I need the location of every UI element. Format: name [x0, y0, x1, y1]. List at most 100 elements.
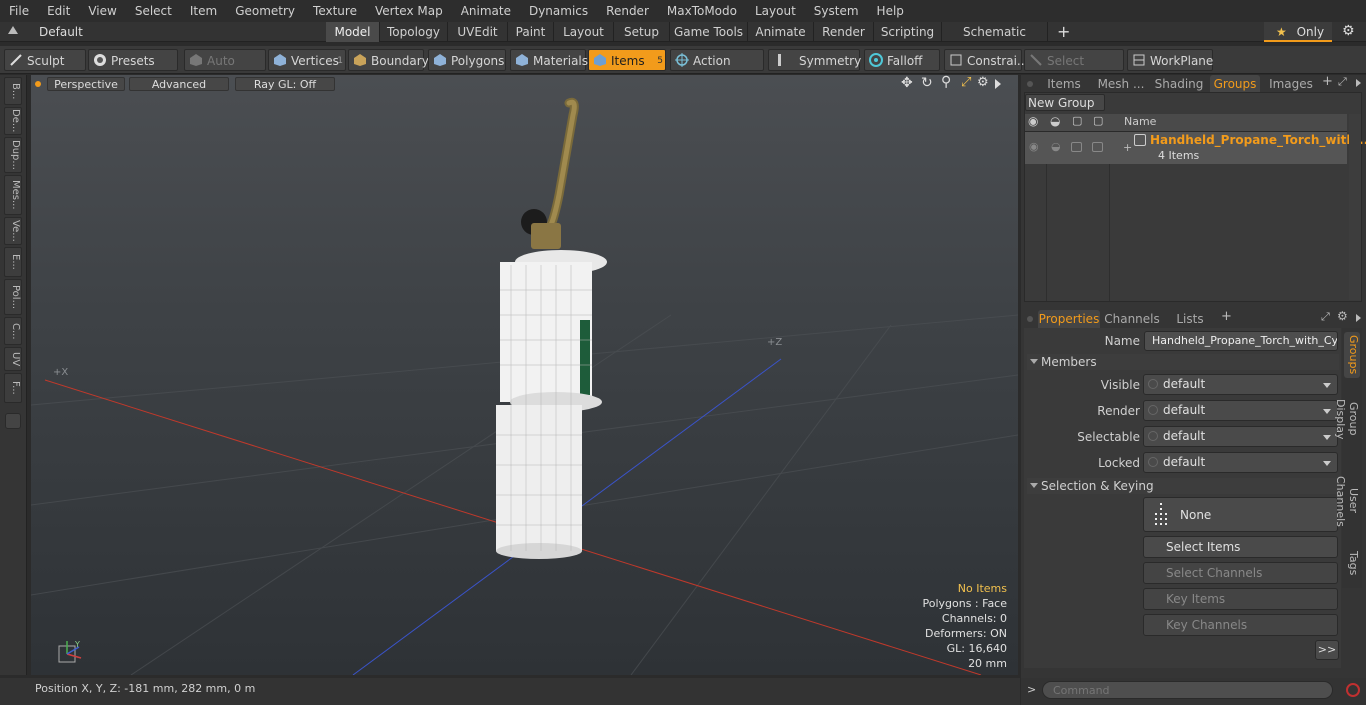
tab-properties[interactable]: Properties [1038, 310, 1100, 328]
menu-dynamics[interactable]: Dynamics [520, 0, 597, 22]
menu-system[interactable]: System [805, 0, 868, 22]
tab-setup[interactable]: Setup [614, 22, 670, 42]
panel-expand-icon[interactable] [1356, 79, 1361, 87]
properties-panel-dot[interactable] [1027, 316, 1033, 322]
members-section[interactable]: Members [1027, 354, 1339, 370]
3d-viewport[interactable]: Perspective Advanced Ray GL: Off ✥ ↻ ⚲ ⤢… [31, 75, 1018, 675]
selection-keying-section[interactable]: Selection & Keying [1027, 478, 1339, 494]
left-tab-edge[interactable]: E... [4, 247, 22, 277]
menu-file[interactable]: File [0, 0, 38, 22]
tab-model[interactable]: Model [326, 22, 380, 42]
groups-scrollbar[interactable] [1349, 114, 1361, 300]
materials-button[interactable]: Materials [510, 49, 588, 71]
tab-items[interactable]: Items [1040, 75, 1088, 93]
side-tab-user-channels[interactable]: User Channels [1334, 462, 1360, 540]
side-tab-groups[interactable]: Groups [1344, 332, 1360, 378]
menu-geometry[interactable]: Geometry [226, 0, 304, 22]
menu-render[interactable]: Render [597, 0, 658, 22]
select-channels-button[interactable]: Select Channels [1143, 562, 1338, 584]
render-dropdown[interactable]: default [1143, 400, 1338, 421]
expand-plus-icon[interactable]: + [1123, 141, 1132, 154]
panel-maximize-icon[interactable]: ⤢ [1338, 75, 1347, 89]
left-tab-curve[interactable]: C... [4, 317, 22, 345]
tab-channels[interactable]: Channels [1104, 310, 1160, 328]
tab-topology[interactable]: Topology [380, 22, 448, 42]
tab-uvedit[interactable]: UVEdit [448, 22, 508, 42]
side-tab-tags[interactable]: Tags [1344, 548, 1360, 578]
tab-scripting[interactable]: Scripting [874, 22, 942, 42]
vertices-button[interactable]: Vertices 1 [268, 49, 346, 71]
menu-texture[interactable]: Texture [304, 0, 366, 22]
add-props-tab-icon[interactable]: + [1221, 309, 1232, 324]
row-select-icon[interactable] [1092, 142, 1103, 152]
add-panel-tab-icon[interactable]: + [1322, 74, 1333, 89]
tab-layout[interactable]: Layout [554, 22, 614, 42]
tab-images[interactable]: Images [1264, 75, 1318, 93]
selectable-dropdown[interactable]: default [1143, 426, 1338, 447]
left-tab-duplicate[interactable]: Dup... [4, 137, 22, 173]
menu-animate[interactable]: Animate [452, 0, 520, 22]
none-selector[interactable]: None [1143, 497, 1338, 532]
select-items-button[interactable]: Select Items [1143, 536, 1338, 558]
symmetry-button[interactable]: Symmetry [768, 49, 861, 71]
select-through-button[interactable]: Select Through [1024, 49, 1124, 90]
key-items-button[interactable]: Key Items [1143, 588, 1338, 610]
group-row[interactable]: ◉ ◒ + Handheld_Propane_Torch_with ... 4 … [1025, 132, 1366, 164]
locked-dropdown[interactable]: default [1143, 452, 1338, 473]
key-channels-button[interactable]: Key Channels [1143, 614, 1338, 636]
auto-select-button[interactable]: Auto Select [184, 49, 266, 90]
row-lock-icon[interactable] [1071, 142, 1082, 152]
left-tab-mesh[interactable]: Mes... [4, 175, 22, 215]
name-column-header[interactable]: Name [1124, 115, 1156, 128]
left-tab-basic[interactable]: B... [4, 77, 22, 105]
left-tab-toggle[interactable] [5, 413, 21, 429]
tab-groups[interactable]: Groups [1210, 75, 1260, 93]
boundary-button[interactable]: Boundary [348, 49, 429, 71]
layout-up-icon[interactable] [8, 26, 18, 34]
tab-lists[interactable]: Lists [1166, 310, 1214, 328]
left-tab-vertex[interactable]: Ve... [4, 217, 22, 245]
menu-help[interactable]: Help [868, 0, 913, 22]
left-tab-fusion[interactable]: F... [4, 373, 22, 403]
layout-selector[interactable]: Default Layouts [30, 22, 130, 59]
left-tab-uv[interactable]: UV [4, 347, 22, 371]
row-render-icon[interactable]: ◒ [1051, 140, 1061, 153]
left-tab-deform[interactable]: De... [4, 107, 22, 135]
items-button[interactable]: Items 5 [588, 49, 666, 71]
tab-schematic-fusion[interactable]: Schematic Fusion [942, 22, 1048, 59]
tab-animate[interactable]: Animate [748, 22, 814, 42]
tab-shading[interactable]: Shading [1152, 75, 1206, 93]
menu-view[interactable]: View [79, 0, 125, 22]
polygons-button[interactable]: Polygons [428, 49, 506, 71]
visible-dropdown[interactable]: default [1143, 374, 1338, 395]
more-button[interactable]: >> [1315, 640, 1339, 660]
name-field[interactable]: Handheld_Propane_Torch_with_Cylinc [1144, 331, 1338, 351]
constraints-button[interactable]: Constrai... [944, 49, 1028, 71]
tab-mesh[interactable]: Mesh ... [1092, 75, 1150, 93]
menu-select[interactable]: Select [126, 0, 181, 22]
tab-render[interactable]: Render [814, 22, 874, 42]
add-tab-icon[interactable]: + [1057, 22, 1070, 42]
command-input[interactable] [1042, 681, 1333, 699]
side-tab-group-display[interactable]: Group Display [1334, 382, 1360, 456]
new-group-button[interactable]: New Group [1025, 94, 1105, 111]
record-icon[interactable] [1346, 683, 1360, 697]
left-tab-polygon[interactable]: Pol... [4, 279, 22, 315]
presets-button[interactable]: Presets [88, 49, 178, 71]
falloff-button[interactable]: Falloff [864, 49, 940, 71]
menu-item[interactable]: Item [181, 0, 226, 22]
only-toggle[interactable]: ★ Only [1264, 22, 1332, 42]
props-maximize-icon[interactable]: ⤢ [1321, 310, 1330, 324]
menu-layout[interactable]: Layout [746, 0, 805, 22]
sculpt-button[interactable]: Sculpt [4, 49, 86, 71]
group-name[interactable]: Handheld_Propane_Torch_with ... [1150, 133, 1366, 147]
menu-maxtomodo[interactable]: MaxToModo [658, 0, 746, 22]
action-center-button[interactable]: Action Center [670, 49, 764, 90]
tab-game-tools[interactable]: Game Tools [670, 22, 748, 42]
props-expand-icon[interactable] [1356, 314, 1361, 322]
tab-paint[interactable]: Paint [508, 22, 554, 42]
workplane-button[interactable]: WorkPlane [1127, 49, 1213, 71]
props-gear-icon[interactable]: ⚙ [1337, 309, 1348, 323]
gear-icon[interactable]: ⚙ [1342, 23, 1355, 39]
menu-edit[interactable]: Edit [38, 0, 79, 22]
